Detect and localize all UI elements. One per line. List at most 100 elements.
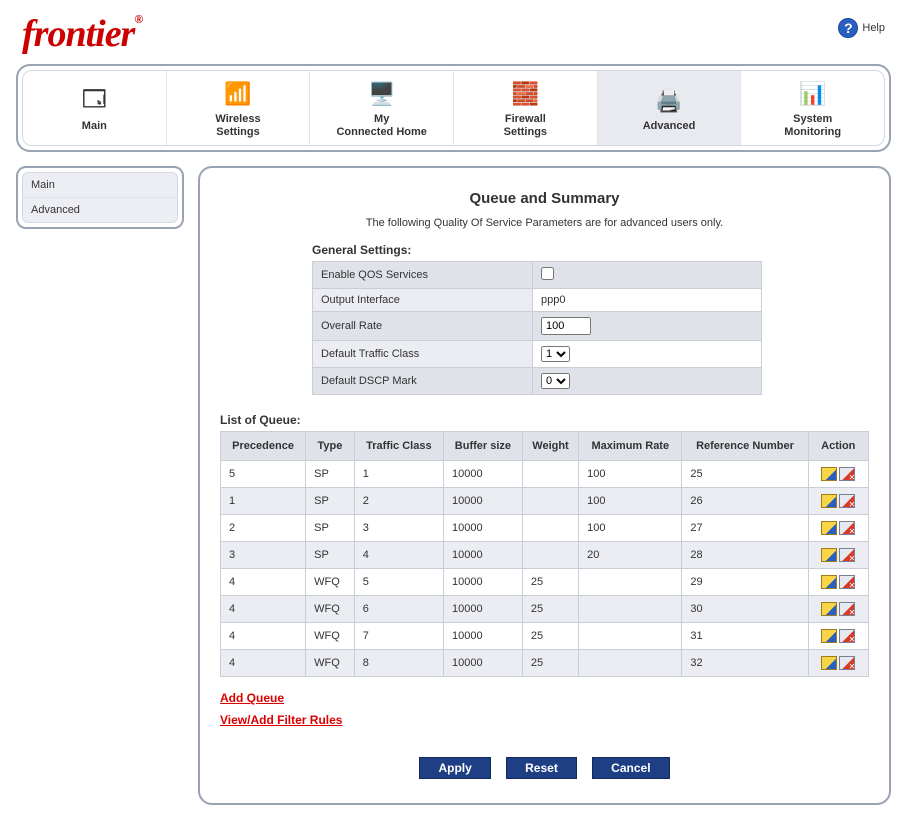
queue-cell-weight bbox=[522, 515, 578, 542]
delete-icon[interactable] bbox=[839, 467, 855, 481]
nav-icon: 🗔 bbox=[77, 86, 111, 116]
nav-icon: 📶 bbox=[221, 79, 255, 109]
edit-icon[interactable] bbox=[821, 629, 837, 643]
queue-cell-weight bbox=[522, 461, 578, 488]
top-nav: 🗔 Main 📶WirelessSettings🖥️MyConnected Home… bbox=[16, 64, 891, 152]
queue-cell-buf: 10000 bbox=[444, 488, 523, 515]
brand-logo: frontier® bbox=[22, 12, 142, 56]
side-item-main[interactable]: Main bbox=[23, 173, 177, 198]
queue-cell-ref: 25 bbox=[682, 461, 808, 488]
queue-cell-type: SP bbox=[306, 488, 355, 515]
delete-icon[interactable] bbox=[839, 629, 855, 643]
nav-label: SystemMonitoring bbox=[784, 113, 841, 139]
table-row: 4WFQ5100002529 bbox=[221, 569, 869, 596]
queue-cell-type: SP bbox=[306, 461, 355, 488]
queue-cell-tc: 6 bbox=[354, 596, 443, 623]
queue-cell-precedence: 1 bbox=[221, 488, 306, 515]
nav-icon: 🧱 bbox=[508, 79, 542, 109]
queue-header: Weight bbox=[522, 432, 578, 461]
queue-action-cell bbox=[808, 623, 868, 650]
edit-icon[interactable] bbox=[821, 494, 837, 508]
queue-cell-type: SP bbox=[306, 542, 355, 569]
queue-cell-precedence: 4 bbox=[221, 596, 306, 623]
queue-action-cell bbox=[808, 515, 868, 542]
queue-cell-ref: 30 bbox=[682, 596, 808, 623]
delete-icon[interactable] bbox=[839, 494, 855, 508]
nav-label: Advanced bbox=[643, 120, 696, 133]
output-interface-label: Output Interface bbox=[313, 289, 533, 312]
queue-cell-max bbox=[579, 569, 682, 596]
queue-cell-weight: 25 bbox=[522, 650, 578, 677]
queue-cell-buf: 10000 bbox=[444, 542, 523, 569]
default-traffic-class-select[interactable]: 1 bbox=[541, 346, 570, 362]
general-settings-heading: General Settings: bbox=[312, 243, 869, 257]
cancel-button[interactable]: Cancel bbox=[592, 757, 669, 779]
reset-button[interactable]: Reset bbox=[506, 757, 577, 779]
enable-qos-checkbox[interactable] bbox=[541, 267, 554, 280]
queue-cell-type: WFQ bbox=[306, 596, 355, 623]
queue-cell-precedence: 4 bbox=[221, 650, 306, 677]
queue-cell-ref: 32 bbox=[682, 650, 808, 677]
edit-icon[interactable] bbox=[821, 548, 837, 562]
queue-header: Maximum Rate bbox=[579, 432, 682, 461]
queue-cell-precedence: 5 bbox=[221, 461, 306, 488]
help-link[interactable]: ? Help bbox=[838, 12, 885, 38]
queue-header: Buffer size bbox=[444, 432, 523, 461]
page-subtitle: The following Quality Of Service Paramet… bbox=[220, 217, 869, 229]
queue-cell-ref: 31 bbox=[682, 623, 808, 650]
default-dscp-mark-select[interactable]: 0 bbox=[541, 373, 570, 389]
default-traffic-class-label: Default Traffic Class bbox=[313, 341, 533, 368]
table-row: 2SP31000010027 bbox=[221, 515, 869, 542]
queue-action-cell bbox=[808, 569, 868, 596]
queue-cell-buf: 10000 bbox=[444, 596, 523, 623]
overall-rate-input[interactable] bbox=[541, 317, 591, 335]
table-row: 4WFQ61000025 30 bbox=[221, 596, 869, 623]
edit-icon[interactable] bbox=[821, 602, 837, 616]
nav-item-system-monitoring[interactable]: 📊SystemMonitoring bbox=[741, 71, 884, 145]
edit-icon[interactable] bbox=[821, 467, 837, 481]
edit-icon[interactable] bbox=[821, 575, 837, 589]
edit-icon[interactable] bbox=[821, 521, 837, 535]
queue-action-cell bbox=[808, 650, 868, 677]
view-filter-rules-link[interactable]: View/Add Filter Rules bbox=[220, 713, 342, 727]
apply-button[interactable]: Apply bbox=[419, 757, 490, 779]
queue-cell-precedence: 4 bbox=[221, 569, 306, 596]
delete-icon[interactable] bbox=[839, 656, 855, 670]
queue-cell-weight: 25 bbox=[522, 596, 578, 623]
queue-list-heading: List of Queue: bbox=[220, 413, 869, 427]
queue-cell-tc: 5 bbox=[354, 569, 443, 596]
delete-icon[interactable] bbox=[839, 575, 855, 589]
queue-cell-buf: 10000 bbox=[444, 623, 523, 650]
side-item-advanced[interactable]: Advanced bbox=[23, 198, 177, 222]
queue-cell-max: 100 bbox=[579, 515, 682, 542]
nav-item-firewall-settings[interactable]: 🧱FirewallSettings bbox=[454, 71, 598, 145]
add-queue-link[interactable]: Add Queue bbox=[220, 691, 284, 705]
default-dscp-mark-label: Default DSCP Mark bbox=[313, 368, 533, 395]
queue-cell-type: WFQ bbox=[306, 569, 355, 596]
table-row: 4WFQ8100002532 bbox=[221, 650, 869, 677]
nav-item-wireless-settings[interactable]: 📶WirelessSettings bbox=[167, 71, 311, 145]
delete-icon[interactable] bbox=[839, 521, 855, 535]
nav-item-my-connected-home[interactable]: 🖥️MyConnected Home bbox=[310, 71, 454, 145]
nav-item-main[interactable]: 🗔 Main bbox=[23, 71, 167, 145]
delete-icon[interactable] bbox=[839, 548, 855, 562]
help-icon: ? bbox=[838, 18, 858, 38]
nav-item-advanced[interactable]: 🖨️ Advanced bbox=[598, 71, 742, 145]
queue-cell-type: SP bbox=[306, 515, 355, 542]
queue-cell-type: WFQ bbox=[306, 623, 355, 650]
table-row: 3SP4100002028 bbox=[221, 542, 869, 569]
queue-cell-weight bbox=[522, 542, 578, 569]
delete-icon[interactable] bbox=[839, 602, 855, 616]
nav-icon: 🖨️ bbox=[652, 86, 686, 116]
queue-cell-precedence: 3 bbox=[221, 542, 306, 569]
queue-cell-tc: 3 bbox=[354, 515, 443, 542]
queue-action-cell bbox=[808, 596, 868, 623]
nav-label: Main bbox=[82, 120, 107, 133]
nav-label: MyConnected Home bbox=[336, 113, 426, 139]
queue-cell-max bbox=[579, 596, 682, 623]
enable-qos-label: Enable QOS Services bbox=[313, 262, 533, 289]
queue-cell-weight bbox=[522, 488, 578, 515]
queue-action-cell bbox=[808, 488, 868, 515]
edit-icon[interactable] bbox=[821, 656, 837, 670]
content-panel: Queue and Summary The following Quality … bbox=[198, 166, 891, 805]
